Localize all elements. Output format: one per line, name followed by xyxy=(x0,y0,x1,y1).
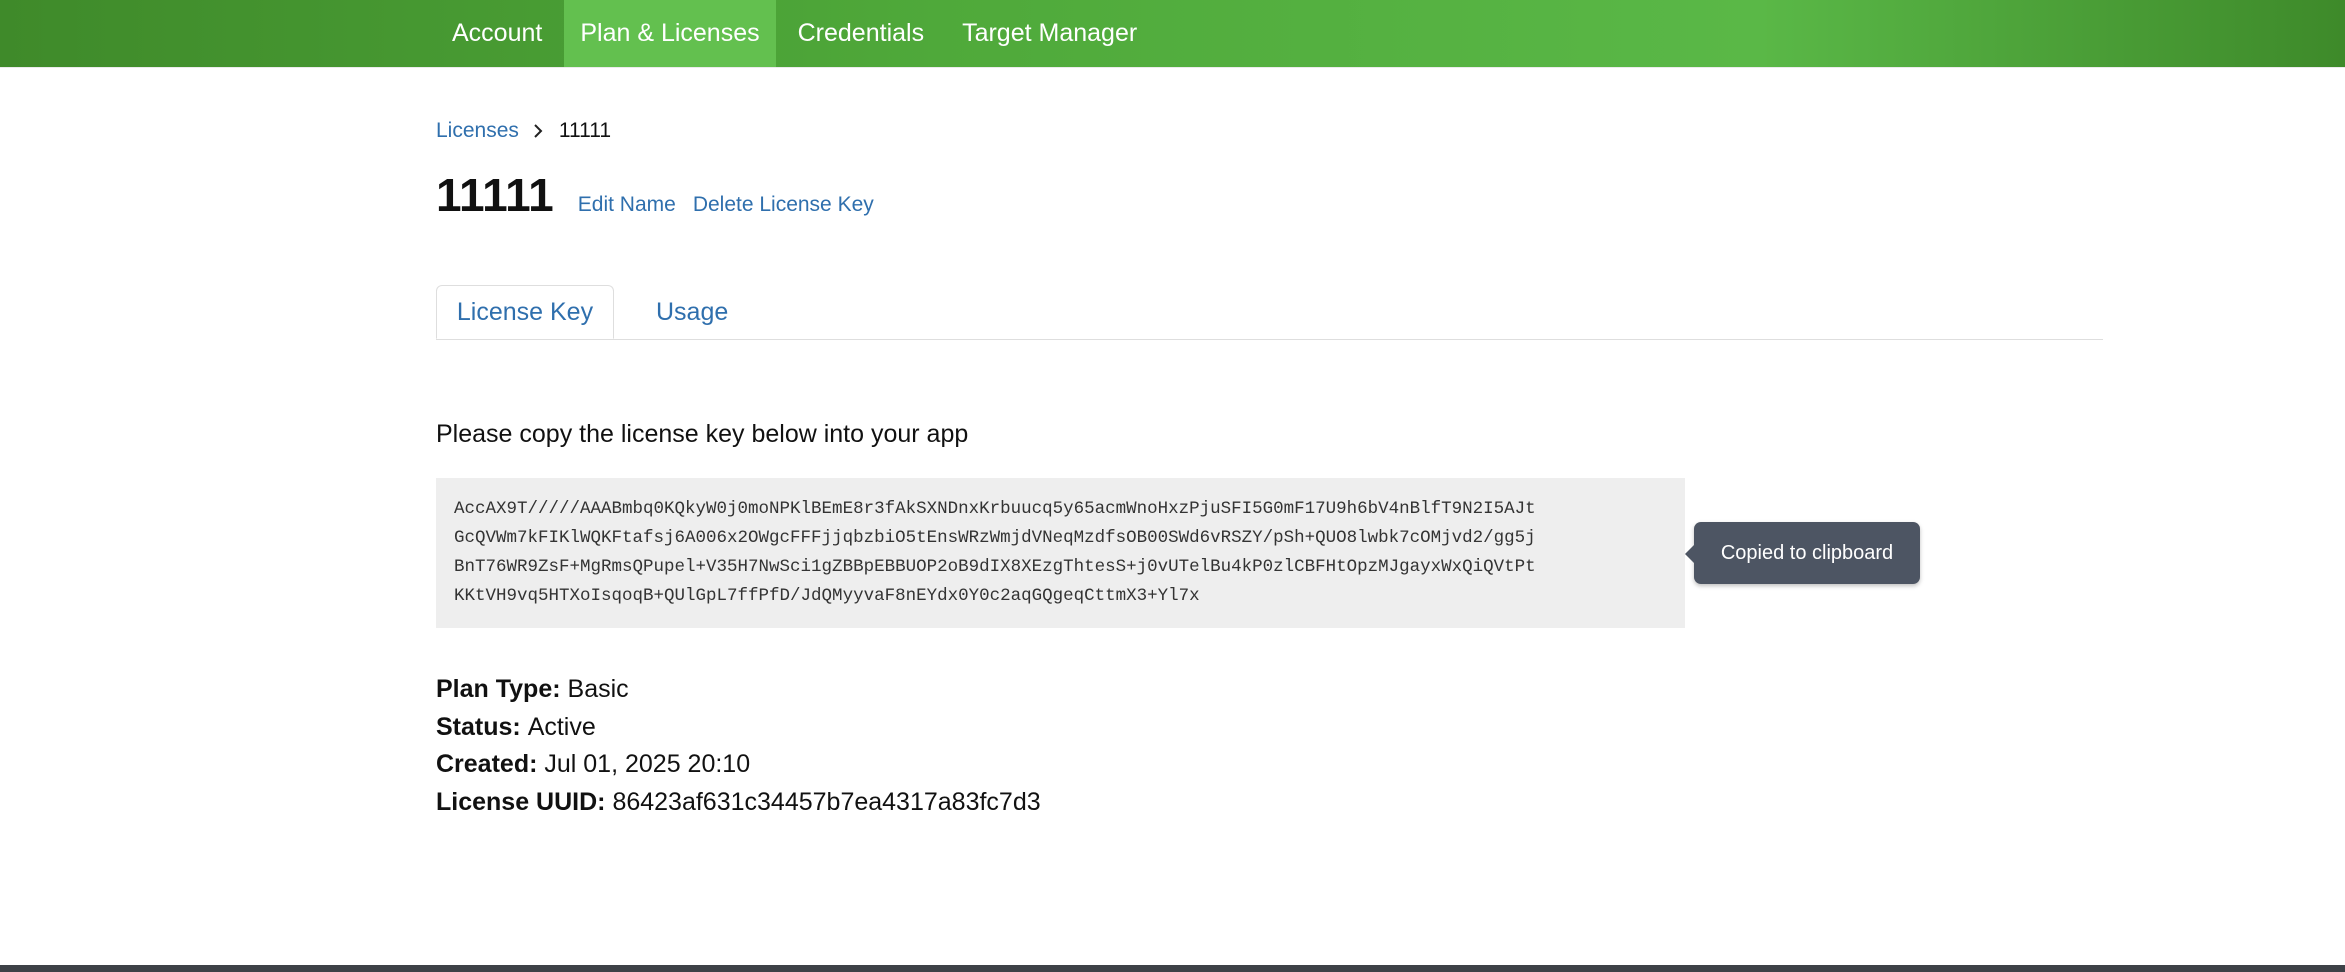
uuid-row: License UUID: 86423af631c34457b7ea4317a8… xyxy=(436,784,1041,822)
nav-target-manager[interactable]: Target Manager xyxy=(946,0,1153,67)
license-instruction: Please copy the license key below into y… xyxy=(436,420,969,448)
tooltip-text: Copied to clipboard xyxy=(1720,541,1894,564)
nav-account[interactable]: Account xyxy=(436,0,558,67)
tab-license-key[interactable]: License Key xyxy=(436,285,614,339)
main-nav: Account Plan & Licenses Credentials Targ… xyxy=(436,0,1159,67)
page-footer xyxy=(0,965,2345,972)
created-value: Jul 01, 2025 20:10 xyxy=(544,750,751,778)
chevron-right-icon xyxy=(534,124,543,138)
copied-tooltip: Copied to clipboard xyxy=(1685,522,1920,584)
nav-plan-licenses[interactable]: Plan & Licenses xyxy=(564,0,776,67)
plan-type-value: Basic xyxy=(567,675,629,703)
status-value: Active xyxy=(527,712,596,741)
breadcrumb-current: 11111 xyxy=(558,119,612,142)
top-navigation-bar: Account Plan & Licenses Credentials Targ… xyxy=(0,0,2345,67)
uuid-value: 86423af631c34457b7ea4317a83fc7d3 xyxy=(612,787,1041,816)
license-key-line: AccAX9T/////AAABmbq0KQkyW0j0moNPKlBEmE8r… xyxy=(454,499,1536,519)
license-details: Plan Type: Basic Status: Active Created:… xyxy=(436,671,1041,821)
tab-usage[interactable]: Usage xyxy=(656,285,728,339)
page-title: 11111 xyxy=(436,169,554,221)
breadcrumb: Licenses 11111 xyxy=(436,119,611,143)
breadcrumb-licenses-link[interactable]: Licenses xyxy=(436,119,519,143)
license-key-box[interactable]: AccAX9T/////AAABmbq0KQkyW0j0moNPKlBEmE8r… xyxy=(436,478,1685,628)
created-label: Created: xyxy=(436,750,545,778)
status-row: Status: Active xyxy=(436,709,1041,747)
license-key-line: GcQVWm7kFIKlWQKFtafsj6A006x2OWgcFFFjjqbz… xyxy=(454,528,1536,548)
license-key-line: BnT76WR9ZsF+MgRmsQPupel+V35H7NwSci1gZBBp… xyxy=(454,557,1536,577)
tab-bar: License Key Usage xyxy=(436,285,2103,340)
license-key-line: KKtVH9vq5HTXoIsqoqB+QUlGpL7ffPfD/JdQMyyv… xyxy=(454,586,1200,606)
uuid-label: License UUID: xyxy=(436,787,613,816)
created-row: Created: Jul 01, 2025 20:10 xyxy=(436,746,1041,784)
nav-credentials[interactable]: Credentials xyxy=(782,0,940,67)
delete-license-key-link[interactable]: Delete License Key xyxy=(693,193,874,217)
plan-type-row: Plan Type: Basic xyxy=(436,671,1041,709)
plan-type-label: Plan Type: xyxy=(436,675,568,703)
title-row: 11111 Edit Name Delete License Key xyxy=(436,168,891,222)
status-label: Status: xyxy=(436,712,528,741)
edit-name-link[interactable]: Edit Name xyxy=(578,193,676,217)
